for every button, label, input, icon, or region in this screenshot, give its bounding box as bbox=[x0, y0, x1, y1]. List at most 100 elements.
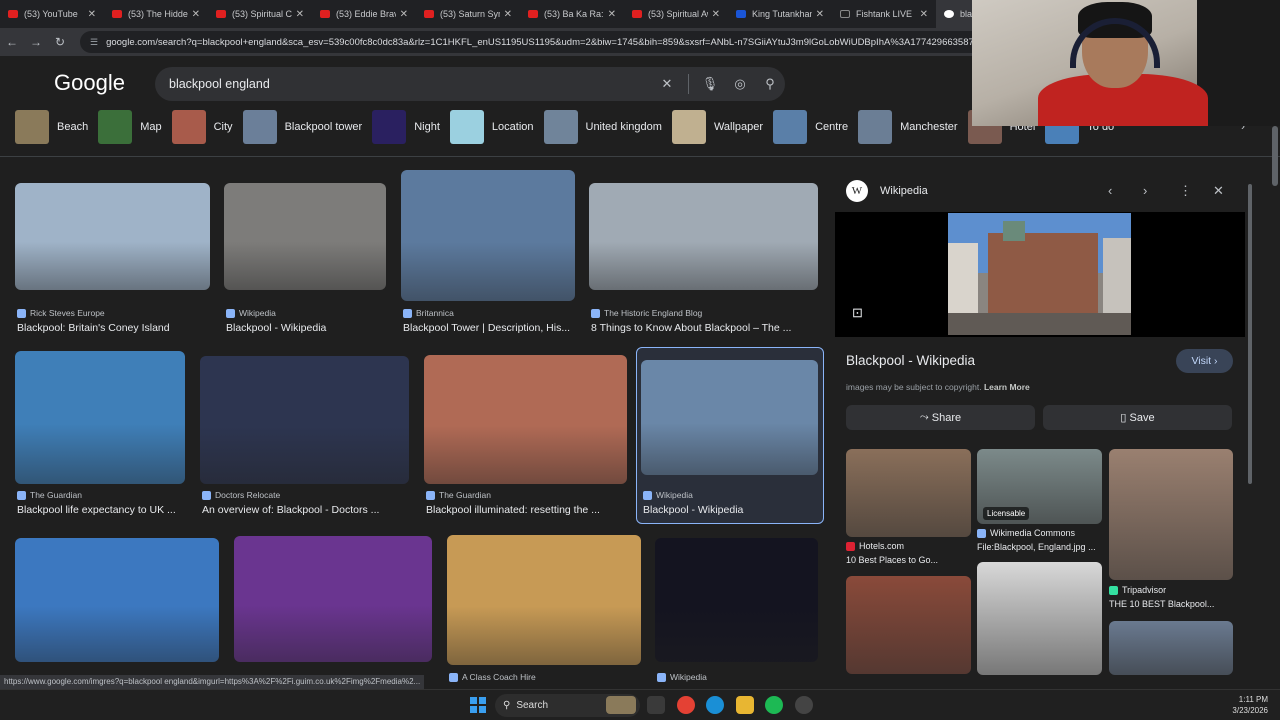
chrome-icon[interactable] bbox=[677, 696, 695, 714]
result-source[interactable]: Wikipedia bbox=[657, 672, 707, 682]
browser-tab[interactable]: (53) Spiritual Aw ✕ bbox=[624, 0, 728, 28]
learn-more-link[interactable]: Learn More bbox=[984, 382, 1030, 392]
related-source[interactable]: Hotels.com bbox=[846, 541, 904, 551]
file-explorer-icon[interactable] bbox=[736, 696, 754, 714]
chip-blackpool-tower[interactable]: Blackpool tower bbox=[242, 110, 362, 144]
search-icon[interactable]: ⚲ bbox=[755, 76, 785, 92]
task-view-icon[interactable] bbox=[647, 696, 665, 714]
related-thumbnail[interactable] bbox=[846, 449, 971, 537]
result-caption[interactable]: Blackpool Tower | Description, His... bbox=[403, 322, 593, 334]
image-result[interactable]: Wikipedia bbox=[655, 538, 818, 707]
result-thumbnail[interactable] bbox=[401, 170, 575, 301]
image-result[interactable]: The Guardian Blackpool illuminated: reset… bbox=[424, 355, 627, 529]
related-thumbnail[interactable] bbox=[846, 576, 971, 674]
result-thumbnail[interactable] bbox=[234, 536, 432, 662]
close-tab-icon[interactable]: ✕ bbox=[816, 9, 824, 20]
browser-tab[interactable]: Fishtank LIVE ✕ bbox=[832, 0, 936, 28]
chip-beach[interactable]: Beach bbox=[15, 110, 88, 144]
panel-title[interactable]: Blackpool - Wikipedia bbox=[846, 353, 975, 368]
lens-search-icon[interactable]: ⊡ bbox=[852, 305, 863, 321]
close-tab-icon[interactable]: ✕ bbox=[296, 9, 304, 20]
chip-manchester[interactable]: Manchester bbox=[858, 110, 958, 144]
related-caption[interactable]: 10 Best Places to Go... bbox=[846, 555, 971, 565]
close-tab-icon[interactable]: ✕ bbox=[712, 9, 720, 20]
browser-tab[interactable]: (53) Spiritual Co ✕ bbox=[208, 0, 312, 28]
close-tab-icon[interactable]: ✕ bbox=[504, 9, 512, 20]
close-tab-icon[interactable]: ✕ bbox=[192, 9, 200, 20]
spotify-icon[interactable] bbox=[765, 696, 783, 714]
app-icon[interactable] bbox=[795, 696, 813, 714]
microphone-icon[interactable]: 🎙 bbox=[695, 76, 725, 92]
result-caption[interactable]: 8 Things to Know About Blackpool – The .… bbox=[591, 322, 820, 334]
image-result[interactable]: Wikipedia Blackpool - Wikipedia bbox=[641, 360, 818, 520]
system-clock[interactable]: 1:11 PM 3/23/2026 bbox=[1220, 694, 1268, 716]
browser-tab[interactable]: King Tutankham ✕ bbox=[728, 0, 832, 28]
chip-united-kingdom[interactable]: United kingdom bbox=[543, 110, 662, 144]
chip-map[interactable]: Map bbox=[98, 110, 162, 144]
result-source[interactable]: Wikipedia bbox=[226, 308, 276, 318]
close-tab-icon[interactable]: ✕ bbox=[608, 9, 616, 20]
visit-button[interactable]: Visit › bbox=[1176, 349, 1233, 373]
result-caption[interactable]: Blackpool: Britain's Coney Island bbox=[17, 322, 212, 334]
image-result[interactable]: Wikipedia Blackpool - Wikipedia bbox=[224, 183, 386, 335]
windows-start-icon[interactable] bbox=[470, 697, 486, 713]
result-source[interactable]: The Historic England Blog bbox=[591, 308, 702, 318]
next-icon[interactable]: › bbox=[1143, 183, 1147, 198]
result-thumbnail[interactable] bbox=[15, 538, 219, 662]
related-thumbnail[interactable] bbox=[1109, 621, 1233, 675]
previous-icon[interactable]: ‹ bbox=[1108, 183, 1112, 198]
close-tab-icon[interactable]: ✕ bbox=[400, 9, 408, 20]
result-thumbnail[interactable] bbox=[200, 356, 409, 484]
search-box[interactable]: blackpool england ✕ 🎙 ◎ ⚲ bbox=[155, 67, 785, 101]
related-caption[interactable]: File:Blackpool, England.jpg ... bbox=[977, 542, 1102, 552]
result-thumbnail[interactable] bbox=[589, 183, 818, 290]
result-caption[interactable]: Blackpool - Wikipedia bbox=[643, 504, 833, 516]
chip-centre[interactable]: Centre bbox=[773, 110, 848, 144]
result-thumbnail[interactable] bbox=[447, 535, 641, 665]
result-source[interactable]: The Guardian bbox=[17, 490, 82, 500]
lens-icon[interactable]: ◎ bbox=[725, 76, 755, 92]
result-source[interactable]: A Class Coach Hire bbox=[449, 672, 536, 682]
share-button[interactable]: ⤳ Share bbox=[846, 405, 1035, 430]
image-result[interactable]: Rick Steves Europe Blackpool: Britain's C… bbox=[15, 183, 210, 335]
result-thumbnail[interactable] bbox=[15, 351, 185, 484]
result-source[interactable]: Britannica bbox=[403, 308, 454, 318]
chip-city[interactable]: City bbox=[171, 110, 233, 144]
panel-site[interactable]: Wikipedia bbox=[880, 185, 928, 197]
forward-icon[interactable]: → bbox=[24, 35, 48, 49]
chip-night[interactable]: Night bbox=[372, 110, 440, 144]
close-icon[interactable]: ✕ bbox=[1213, 183, 1224, 199]
result-thumbnail[interactable] bbox=[15, 183, 210, 290]
browser-tab[interactable]: (53) YouTube ✕ bbox=[0, 0, 104, 28]
related-source[interactable]: Wikimedia Commons bbox=[977, 528, 1075, 538]
page-scrollbar[interactable] bbox=[1272, 126, 1278, 186]
image-result[interactable]: A Class Coach Hire bbox=[447, 535, 641, 710]
result-thumbnail[interactable] bbox=[655, 538, 818, 662]
browser-tab[interactable]: (53) The Hidden ✕ bbox=[104, 0, 208, 28]
related-source[interactable]: Tripadvisor bbox=[1109, 585, 1166, 595]
result-source[interactable]: Rick Steves Europe bbox=[17, 308, 105, 318]
result-caption[interactable]: Blackpool life expectancy to UK ... bbox=[17, 504, 207, 516]
browser-tab[interactable]: (53) Saturn Symb ✕ bbox=[416, 0, 520, 28]
result-thumbnail[interactable] bbox=[641, 360, 818, 475]
widgets-icon[interactable] bbox=[606, 696, 636, 714]
save-button[interactable]: ▯ Save bbox=[1043, 405, 1232, 430]
more-options-icon[interactable]: ⋮ bbox=[1179, 183, 1192, 199]
browser-tab[interactable]: (53) Ba Ka Ra: E ✕ bbox=[520, 0, 624, 28]
close-tab-icon[interactable]: ✕ bbox=[920, 9, 928, 20]
google-logo[interactable]: Google bbox=[54, 70, 125, 96]
related-thumbnail[interactable] bbox=[977, 562, 1102, 675]
site-info-icon[interactable]: ☰ bbox=[90, 37, 98, 48]
image-result[interactable]: Doctors Relocate An overview of: Blackpoo… bbox=[200, 356, 409, 529]
preview-image[interactable] bbox=[948, 213, 1131, 335]
back-icon[interactable]: ← bbox=[0, 35, 24, 49]
result-caption[interactable]: Blackpool - Wikipedia bbox=[226, 322, 416, 334]
image-result[interactable]: Britannica Blackpool Tower | Description,… bbox=[401, 170, 575, 346]
result-source[interactable]: Wikipedia bbox=[643, 490, 693, 500]
search-input[interactable]: blackpool england bbox=[169, 77, 652, 91]
panel-scrollbar[interactable] bbox=[1248, 184, 1252, 484]
close-tab-icon[interactable]: ✕ bbox=[88, 9, 96, 20]
image-result[interactable]: The Historic England Blog 8 Things to Kno… bbox=[589, 183, 818, 335]
image-result[interactable]: The Guardian Blackpool life expectancy to… bbox=[15, 351, 185, 529]
related-caption[interactable]: THE 10 BEST Blackpool... bbox=[1109, 599, 1233, 609]
